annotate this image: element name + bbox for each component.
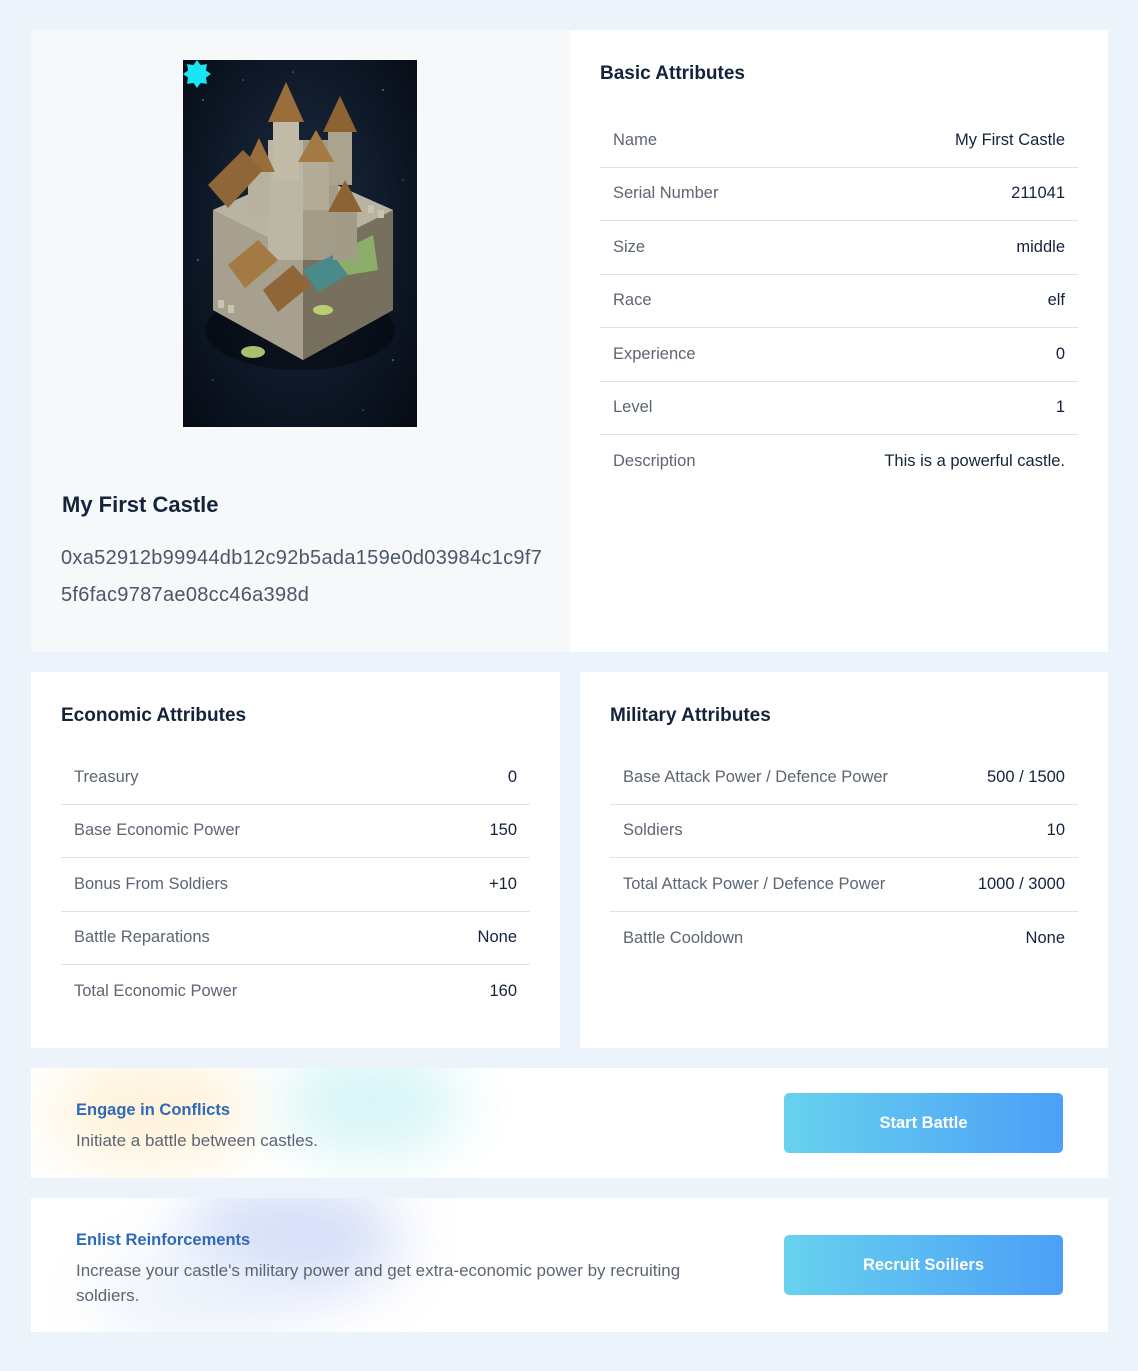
attr-value: 1000 / 3000 <box>977 874 1065 893</box>
start-battle-button[interactable]: Start Battle <box>784 1093 1063 1153</box>
attr-row-description: Description This is a powerful castle. <box>600 435 1078 489</box>
recruit-soldiers-button[interactable]: Recruit Soiliers <box>784 1235 1063 1295</box>
attr-value: None <box>1025 928 1065 947</box>
castle-title: My First Castle <box>62 492 219 517</box>
attr-row-battle-reparations: Battle Reparations None <box>61 912 530 965</box>
basic-attributes-panel: Basic Attributes Name My First Castle Ser… <box>570 30 1108 652</box>
attr-label: Size <box>613 237 646 256</box>
attr-value: None <box>477 928 517 947</box>
enlist-reinforcements-panel: Enlist Reinforcements Increase your cast… <box>31 1198 1108 1332</box>
attr-label: Base Economic Power <box>74 821 240 840</box>
attr-row-name: Name My First Castle <box>600 114 1078 168</box>
enlist-reinforcements-description: Increase your castle's military power an… <box>76 1261 681 1305</box>
castle-overview: My First Castle 0xa52912b99944db12c92b5a… <box>31 30 1108 652</box>
attr-label: Total Economic Power <box>74 982 238 1001</box>
castle-card: My First Castle 0xa52912b99944db12c92b5a… <box>31 30 570 652</box>
attr-value: 0 <box>507 767 517 786</box>
attr-label: Total Attack Power / Defence Power <box>623 874 886 893</box>
attr-row-race: Race elf <box>600 275 1078 328</box>
economic-attributes-title: Economic Attributes <box>61 705 247 726</box>
attr-row-total-attack-defence: Total Attack Power / Defence Power 1000 /… <box>610 858 1078 912</box>
attr-label: Base Attack Power / Defence Power <box>623 767 889 786</box>
economic-attributes-card: Economic Attributes Treasury 0 Base Econo… <box>31 672 560 1048</box>
attr-label: Experience <box>613 344 696 363</box>
attr-label: Race <box>613 291 652 310</box>
attr-row-serial-number: Serial Number 211041 <box>600 168 1078 221</box>
attr-row-treasury: Treasury 0 <box>61 751 530 805</box>
attr-row-level: Level 1 <box>600 382 1078 435</box>
engage-conflicts-title: Engage in Conflicts <box>76 1101 231 1119</box>
military-attributes-card: Military Attributes Base Attack Power / … <box>580 672 1108 1048</box>
attr-value: 150 <box>489 821 517 840</box>
attr-value: 0 <box>1055 344 1065 363</box>
attr-label: Battle Cooldown <box>623 928 744 947</box>
enlist-reinforcements-title: Enlist Reinforcements <box>76 1231 251 1249</box>
attr-row-base-economic-power: Base Economic Power 150 <box>61 805 530 858</box>
attr-row-soldiers: Soldiers 10 <box>610 805 1078 858</box>
castle-image <box>183 60 417 427</box>
attr-value: My First Castle <box>954 130 1065 149</box>
attr-value: This is a powerful castle. <box>884 452 1065 471</box>
attr-label: Name <box>613 130 658 149</box>
attr-value: 10 <box>1046 821 1065 840</box>
engage-conflicts-panel: Engage in Conflicts Initiate a battle be… <box>31 1068 1108 1178</box>
attr-row-battle-cooldown: Battle Cooldown None <box>610 912 1078 966</box>
castle-address: 0xa52912b99944db12c92b5ada159e0d03984c1c… <box>61 547 543 606</box>
attr-label: Level <box>613 398 653 417</box>
attr-value: 160 <box>489 982 517 1001</box>
military-attributes-title: Military Attributes <box>610 705 771 726</box>
attr-row-experience: Experience 0 <box>600 328 1078 382</box>
attr-row-base-attack-defence: Base Attack Power / Defence Power 500 / 1… <box>610 751 1078 805</box>
attr-row-size: Size middle <box>600 221 1078 275</box>
engage-conflicts-description: Initiate a battle between castles. <box>76 1131 318 1150</box>
basic-attributes-table: Name My First Castle Serial Number 211041 … <box>600 114 1078 489</box>
castle-illustration <box>197 71 404 411</box>
attr-label: Battle Reparations <box>74 928 210 947</box>
basic-attributes-title: Basic Attributes <box>600 63 745 84</box>
economic-attributes-table: Treasury 0 Base Economic Power 150 Bonus F… <box>61 751 530 1019</box>
attr-label: Serial Number <box>613 184 719 203</box>
attr-value: +10 <box>489 874 517 893</box>
attr-label: Treasury <box>74 767 139 786</box>
attr-value: 1 <box>1055 398 1065 417</box>
attr-label: Description <box>613 452 696 471</box>
attr-row-bonus-from-soldiers: Bonus From Soldiers +10 <box>61 858 530 912</box>
military-attributes-table: Base Attack Power / Defence Power 500 / 1… <box>610 751 1078 965</box>
attr-label: Bonus From Soldiers <box>74 874 229 893</box>
attr-value: 500 / 1500 <box>987 767 1065 786</box>
badge-icon <box>183 60 211 88</box>
attr-value: 211041 <box>1011 184 1065 203</box>
attr-row-total-economic-power: Total Economic Power 160 <box>61 965 530 1019</box>
attr-value: elf <box>1047 291 1065 310</box>
attr-label: Soldiers <box>623 821 683 840</box>
attr-value: middle <box>1016 237 1065 256</box>
